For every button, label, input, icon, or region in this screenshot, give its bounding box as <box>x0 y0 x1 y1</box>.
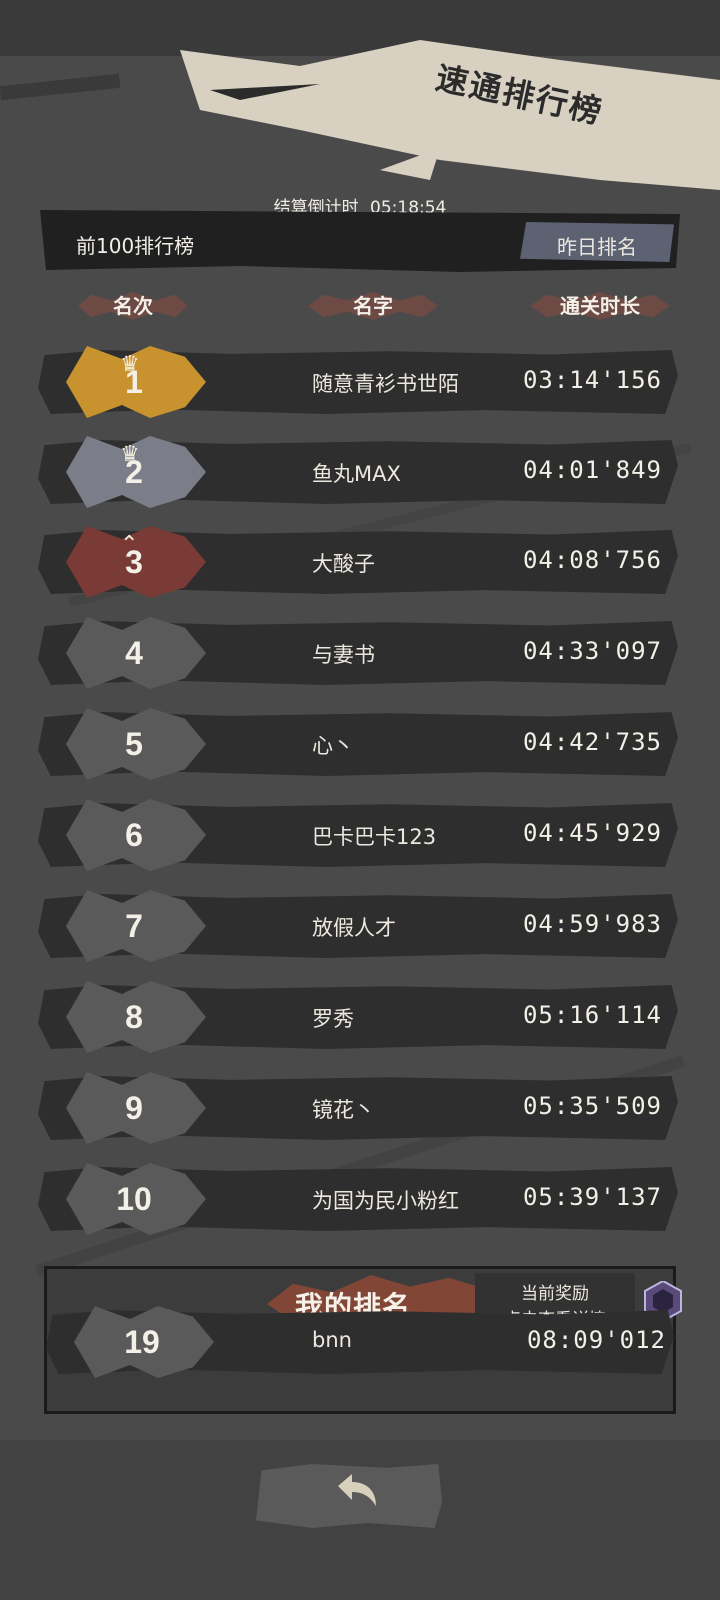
yesterday-rank-label: 昨日排名 <box>557 235 637 259</box>
rank-number: 7 <box>125 908 143 944</box>
player-name: 罗秀 <box>312 1007 354 1031</box>
rank-number: 9 <box>125 1090 143 1126</box>
leaderboard-bar: 前100排行榜 昨日排名 <box>40 210 680 272</box>
clear-time: 04:42'735 <box>522 728 662 756</box>
player-name: 巴卡巴卡123 <box>312 825 437 849</box>
leaderboard-row[interactable]: 9 镜花丶 05:35'509 <box>38 1068 678 1148</box>
clear-time: 05:16'114 <box>522 1001 662 1029</box>
player-name: 镜花丶 <box>312 1098 375 1122</box>
rank-number: 6 <box>125 817 143 853</box>
header-rank: 名次 <box>78 288 188 324</box>
column-headers: 名次 名字 通关时长 <box>0 288 720 328</box>
leaderboard-row[interactable]: 7 放假人才 04:59'983 <box>38 886 678 966</box>
player-name: 为国为民小粉红 <box>312 1189 459 1213</box>
my-rank-row[interactable]: 19 bnn 08:09'012 <box>46 1302 674 1382</box>
leaderboard-row[interactable]: 5 心丶 04:42'735 <box>38 704 678 784</box>
rank-number: 4 <box>125 635 143 671</box>
back-arrow-icon <box>338 1474 376 1506</box>
leaderboard-row[interactable]: 6 巴卡巴卡123 04:45'929 <box>38 795 678 875</box>
clear-time: 08:09'012 <box>526 1326 666 1354</box>
player-name: 大酸子 <box>312 552 375 576</box>
leaderboard-row[interactable]: 8 罗秀 05:16'114 <box>38 977 678 1057</box>
clear-time: 04:01'849 <box>522 456 662 484</box>
clear-time: 03:14'156 <box>522 366 662 394</box>
player-name: 随意青衫书世陌 <box>312 372 459 396</box>
clear-time: 05:35'509 <box>522 1092 662 1120</box>
clear-time: 04:33'097 <box>522 637 662 665</box>
clear-time: 05:39'137 <box>522 1183 662 1211</box>
leaderboard-row[interactable]: ♛ 2 鱼丸MAX 04:01'849 <box>38 432 678 512</box>
decor-shard <box>0 73 121 101</box>
player-name: 放假人才 <box>312 916 396 940</box>
rank-number: 10 <box>116 1181 152 1217</box>
player-name: 心丶 <box>312 734 354 758</box>
player-name: 与妻书 <box>312 643 375 667</box>
leaderboard-row[interactable]: ♛ 1 随意青衫书世陌 03:14'156 <box>38 342 678 422</box>
header-name-label: 名字 <box>353 294 393 318</box>
clear-time: 04:59'983 <box>522 910 662 938</box>
rank-number: 5 <box>125 726 143 762</box>
leaderboard-row[interactable]: ⌃ 3 大酸子 04:08'756 <box>38 522 678 602</box>
header-time: 通关时长 <box>530 288 670 324</box>
rank-number: 19 <box>124 1324 160 1360</box>
rank-number: 2 <box>125 454 143 490</box>
header-name: 名字 <box>308 288 438 324</box>
header-rank-label: 名次 <box>113 294 153 318</box>
leaderboard-row[interactable]: 10 为国为民小粉红 05:39'137 <box>38 1159 678 1239</box>
top100-label: 前100排行榜 <box>76 234 195 258</box>
yesterday-rank-button[interactable]: 昨日排名 <box>520 222 674 262</box>
header-time-label: 通关时长 <box>560 294 640 318</box>
clear-time: 04:08'756 <box>522 546 662 574</box>
reward-label: 当前奖励 <box>521 1284 589 1304</box>
player-name: bnn <box>312 1328 352 1352</box>
leaderboard-row[interactable]: 4 与妻书 04:33'097 <box>38 613 678 693</box>
rank-number: 3 <box>125 544 143 580</box>
clear-time: 04:45'929 <box>522 819 662 847</box>
rank-number: 8 <box>125 999 143 1035</box>
rank-number: 1 <box>125 364 143 400</box>
player-name: 鱼丸MAX <box>312 462 401 486</box>
